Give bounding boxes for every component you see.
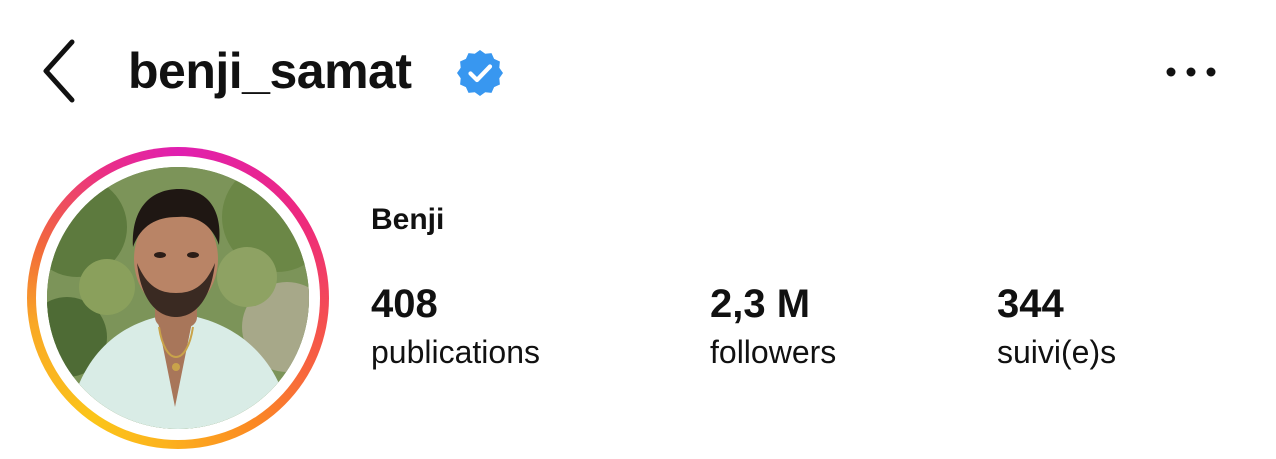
back-button[interactable]	[26, 34, 90, 108]
verified-badge-icon	[457, 50, 503, 96]
chevron-left-icon	[43, 39, 75, 103]
stat-followers[interactable]: 2,3 M followers	[710, 282, 836, 370]
profile-display-name: Benji	[371, 203, 445, 236]
posts-count: 408	[371, 282, 438, 326]
stat-following[interactable]: 344 suivi(e)s	[997, 282, 1116, 370]
more-horizontal-icon	[1166, 67, 1216, 77]
story-ring[interactable]	[27, 147, 329, 449]
avatar-image	[47, 167, 309, 429]
following-label: suivi(e)s	[997, 334, 1117, 370]
avatar[interactable]	[47, 167, 309, 429]
more-options-button[interactable]	[1152, 44, 1230, 100]
followers-count: 2,3 M	[710, 282, 811, 326]
posts-label: publications	[371, 334, 540, 370]
profile-username: benji_samat	[128, 43, 412, 99]
followers-label: followers	[710, 334, 837, 370]
stat-posts[interactable]: 408 publications	[371, 282, 540, 370]
following-count: 344	[997, 282, 1064, 326]
